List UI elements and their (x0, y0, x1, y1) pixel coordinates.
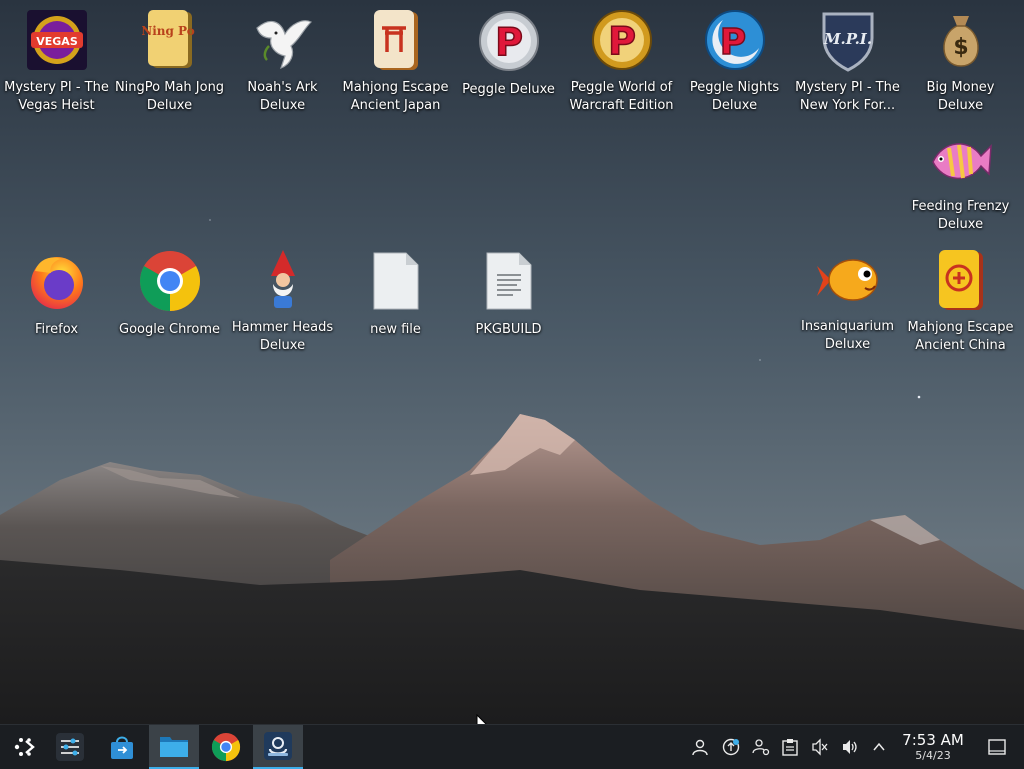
system-settings-button[interactable] (45, 725, 95, 769)
show-desktop-button[interactable] (987, 737, 1007, 757)
desktop-icon-firefox[interactable]: Firefox (0, 244, 113, 354)
user-settings-icon (752, 739, 770, 756)
chevron-up-icon (873, 742, 885, 751)
chrome-icon (137, 248, 203, 314)
discover-store-button[interactable] (97, 725, 147, 769)
svg-text:$: $ (953, 35, 968, 60)
expand-tray-button[interactable] (869, 737, 889, 757)
show-desktop-icon (988, 739, 1006, 755)
icon-label: Peggle World of Warcraft Edition (569, 80, 674, 113)
svg-text:P: P (719, 22, 745, 63)
digital-clock[interactable]: 7:53 AM 5/4/23 (896, 731, 970, 763)
icon-label: Peggle Deluxe (462, 82, 555, 97)
desktop-icon-insaniquarium[interactable]: Insaniquarium Deluxe (791, 244, 904, 354)
desktop-icon-peggle-wow[interactable]: P Peggle World of Warcraft Edition (565, 4, 678, 114)
desktop-icon-ningpo-mahjong[interactable]: Ning Po NingPo Mah Jong Deluxe (113, 4, 226, 114)
goldfish-icon (815, 248, 881, 311)
text-file-icon (476, 248, 542, 314)
mystery-pi-ny-shield-icon: M.P.I. (815, 8, 881, 72)
svg-text:P: P (495, 20, 523, 64)
icon-label: Insaniquarium Deluxe (801, 319, 894, 352)
desktop-icon-big-money[interactable]: $ Big Money Deluxe (904, 4, 1017, 114)
mic-muted-tray-button[interactable] (810, 737, 830, 757)
blank-file-icon (363, 248, 429, 314)
icon-label: PKGBUILD (475, 322, 542, 337)
icon-label: Peggle Nights Deluxe (689, 80, 780, 113)
settings-sliders-icon (56, 733, 84, 761)
peggle-wow-icon: P (589, 8, 655, 72)
icon-label: new file (370, 322, 421, 337)
svg-text:VEGAS: VEGAS (36, 35, 78, 48)
desktop-icon-peggle-nights[interactable]: P Peggle Nights Deluxe (678, 4, 791, 114)
icon-label: Mystery PI - The Vegas Heist (4, 80, 109, 113)
icon-label: Google Chrome (119, 322, 220, 337)
clipboard-icon (782, 739, 798, 756)
desktop-icon-mystery-pi-vegas[interactable]: VEGAS Mystery PI - The Vegas Heist (0, 4, 113, 114)
svg-text:Ning Po: Ning Po (142, 24, 195, 38)
desktop-icon-noahs-ark[interactable]: Noah's Ark Deluxe (226, 4, 339, 114)
desktop-icon-new-file[interactable]: new file (339, 244, 452, 354)
steam-deck-launcher-icon (14, 738, 35, 756)
google-chrome-taskbar-button[interactable] (201, 725, 251, 769)
shopping-bag-icon (111, 736, 133, 759)
icon-label: Noah's Ark Deluxe (247, 80, 318, 113)
mahjong-japan-tile-icon (363, 8, 429, 72)
folder-icon (160, 737, 188, 757)
ningpo-tile-icon: Ning Po (137, 8, 203, 72)
icon-label: Hammer Heads Deluxe (231, 320, 334, 353)
application-launcher-button[interactable] (0, 725, 50, 769)
mystery-pi-vegas-icon: VEGAS (24, 8, 90, 72)
icon-label: Firefox (34, 322, 79, 337)
desktop-icon-feeding-frenzy[interactable]: Feeding Frenzy Deluxe (904, 124, 1017, 234)
speaker-muted-icon (812, 738, 828, 756)
icon-label: Mahjong Escape Ancient Japan (342, 80, 449, 113)
desktop-icon-hammer-heads[interactable]: Hammer Heads Deluxe (226, 244, 339, 354)
money-bag-icon: $ (928, 8, 994, 72)
desktop-icon-google-chrome[interactable]: Google Chrome (113, 244, 226, 354)
desktop-icon-pkgbuild[interactable]: PKGBUILD (452, 244, 565, 354)
mahjong-china-tile-icon (928, 248, 994, 312)
gnome-icon (250, 248, 316, 312)
clipboard-tray-button[interactable] (780, 737, 800, 757)
taskbar: 7:53 AM 5/4/23 (0, 724, 1024, 769)
steam-return-button[interactable] (253, 725, 303, 769)
chrome-icon (211, 732, 241, 762)
svg-text:P: P (608, 19, 636, 63)
desktop-icon-mahjong-escape-japan[interactable]: Mahjong Escape Ancient Japan (339, 4, 452, 114)
volume-tray-button[interactable] (840, 737, 860, 757)
desktop-icon-mystery-pi-ny[interactable]: M.P.I. Mystery PI - The New York For... (791, 4, 904, 114)
update-icon (722, 738, 740, 756)
icon-label: Big Money Deluxe (926, 80, 995, 113)
clock-time: 7:53 AM (902, 731, 964, 749)
peggle-ball-icon: P (476, 8, 542, 74)
desktop-icon-peggle-deluxe[interactable]: P Peggle Deluxe (452, 4, 565, 114)
peggle-nights-icon: P (702, 8, 768, 72)
steam-return-icon (264, 732, 292, 760)
icon-label: NingPo Mah Jong Deluxe (114, 80, 225, 113)
icon-label: Mahjong Escape Ancient China (907, 320, 1014, 353)
volume-icon (843, 740, 857, 754)
firefox-icon (24, 248, 90, 314)
clock-date: 5/4/23 (915, 749, 951, 762)
user-tray-button[interactable] (690, 737, 710, 757)
dolphin-file-manager-button[interactable] (149, 725, 199, 769)
icon-label: Mystery PI - The New York For... (795, 80, 900, 113)
accounts-tray-button[interactable] (751, 737, 771, 757)
desktop-icon-mahjong-escape-china[interactable]: Mahjong Escape Ancient China (904, 244, 1017, 354)
icon-label: Feeding Frenzy Deluxe (911, 199, 1010, 232)
updates-tray-button[interactable] (721, 737, 741, 757)
user-icon (692, 739, 708, 756)
tropical-fish-icon (928, 128, 994, 191)
dove-icon (250, 8, 316, 72)
svg-text:M.P.I.: M.P.I. (822, 30, 871, 48)
